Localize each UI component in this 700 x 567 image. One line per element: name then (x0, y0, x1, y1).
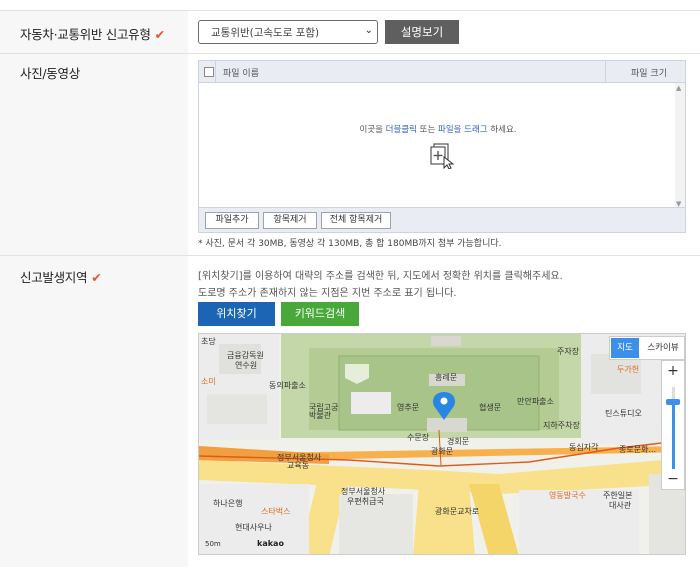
file-list-header: 파일 이름 파일 크기 (199, 61, 685, 83)
map-label: 연수원 (235, 361, 258, 370)
add-file-icon (430, 143, 455, 169)
map-view[interactable]: 초당 금융감독원 연수원 소미 동의파출소 국립고궁 박물관 영추문 협생문 흥… (198, 333, 686, 555)
map-label: 틴스튜디오 (605, 409, 642, 418)
file-list-scrollbar[interactable]: ▲ ▼ (675, 83, 685, 209)
map-label: 동의파출소 (269, 381, 306, 390)
media-label: 사진/동영상 (20, 66, 80, 81)
kakao-logo: kakao (257, 539, 284, 548)
map-label: 하나은행 (213, 499, 243, 508)
header-divider (605, 61, 606, 83)
required-check-icon: ✔ (91, 270, 102, 285)
required-check-icon: ✔ (154, 27, 165, 42)
add-file-button[interactable]: 파일추가 (205, 212, 259, 229)
map-label: 주자장 (557, 347, 580, 356)
map-type-control: 지도 스카이뷰 (609, 336, 685, 360)
zoom-level-fill (672, 403, 675, 469)
map-label: 광화문 (431, 447, 454, 456)
map-label: 협생문 (479, 403, 502, 412)
report-type-label: 자동차·교통위반 신고유형 ✔ (20, 27, 165, 42)
map-label: 만안파출소 (517, 397, 554, 406)
label-column (0, 256, 188, 567)
file-upload-area[interactable]: 파일 이름 파일 크기 ▲ ▼ 이곳을 더블클릭 또는 파일을 드래그 하세요.… (198, 60, 686, 233)
zoom-slider-handle[interactable] (666, 399, 680, 405)
map-label: 지하주차장 (543, 421, 580, 430)
map-base (199, 334, 685, 554)
location-help-text-1: [위치찾기]를 이용하여 대략의 주소를 검색한 뒤, 지도에서 정확한 위치를… (198, 271, 563, 282)
remove-item-button[interactable]: 항목제거 (263, 212, 317, 229)
report-type-select[interactable]: 교통위반(고속도로 포함) ⌄ (198, 20, 378, 44)
location-label: 신고발생지역 ✔ (20, 270, 102, 285)
select-all-checkbox[interactable] (204, 67, 214, 77)
map-label: 박물관 (309, 411, 332, 420)
chevron-down-icon: ⌄ (364, 25, 373, 36)
map-label: 두가헌 (617, 365, 640, 374)
map-label: 광화문교차로 (435, 507, 480, 516)
skyview-tab[interactable]: 스카이뷰 (642, 338, 684, 358)
map-label: 대사관 (609, 501, 632, 510)
upload-limit-notice: * 사진, 문서 각 30MB, 동영상 각 130MB, 총 합 180MB까… (198, 239, 502, 249)
map-scale: 50m (205, 540, 221, 548)
header-divider (215, 61, 216, 83)
map-label: 우편취급국 (347, 497, 384, 506)
map-label: 동십자각 (569, 443, 599, 452)
drop-instructions: 이곳을 더블클릭 또는 파일을 드래그 하세요. (359, 125, 517, 135)
scroll-up-icon[interactable]: ▲ (676, 84, 681, 92)
file-name-header: 파일 이름 (223, 69, 259, 79)
map-label: 경회문 (447, 437, 470, 446)
map-label: 소미 (201, 377, 216, 386)
file-size-header: 파일 크기 (631, 69, 667, 79)
zoom-out-button[interactable]: − (662, 471, 684, 487)
map-label: 초당 (201, 337, 216, 346)
map-tab[interactable]: 지도 (611, 338, 639, 358)
zoom-control: + − (661, 360, 685, 490)
label-column (0, 54, 188, 255)
zoom-in-button[interactable]: + (662, 363, 684, 379)
map-label: 교육동 (287, 461, 310, 470)
map-label: 현대사우나 (235, 523, 272, 532)
map-label: 영동발국수 (549, 491, 586, 500)
location-help-text-2: 도로명 주소가 존재하지 않는 지점은 지번 주소로 표기 됩니다. (198, 288, 457, 299)
map-label: 스타벅스 (261, 507, 291, 516)
file-actions-bar: 파일추가 항목제거 전체 항목제거 (199, 207, 685, 232)
keyword-search-button[interactable]: 키워드검색 (281, 302, 359, 326)
map-label: 영추문 (397, 403, 420, 412)
remove-all-button[interactable]: 전체 항목제거 (321, 212, 391, 229)
find-location-button[interactable]: 위치찾기 (198, 302, 275, 326)
map-label: 종로문화... (619, 445, 657, 454)
map-label: 흥례문 (435, 373, 458, 382)
map-label: 수문장 (407, 433, 430, 442)
explain-button[interactable]: 설명보기 (385, 20, 459, 44)
